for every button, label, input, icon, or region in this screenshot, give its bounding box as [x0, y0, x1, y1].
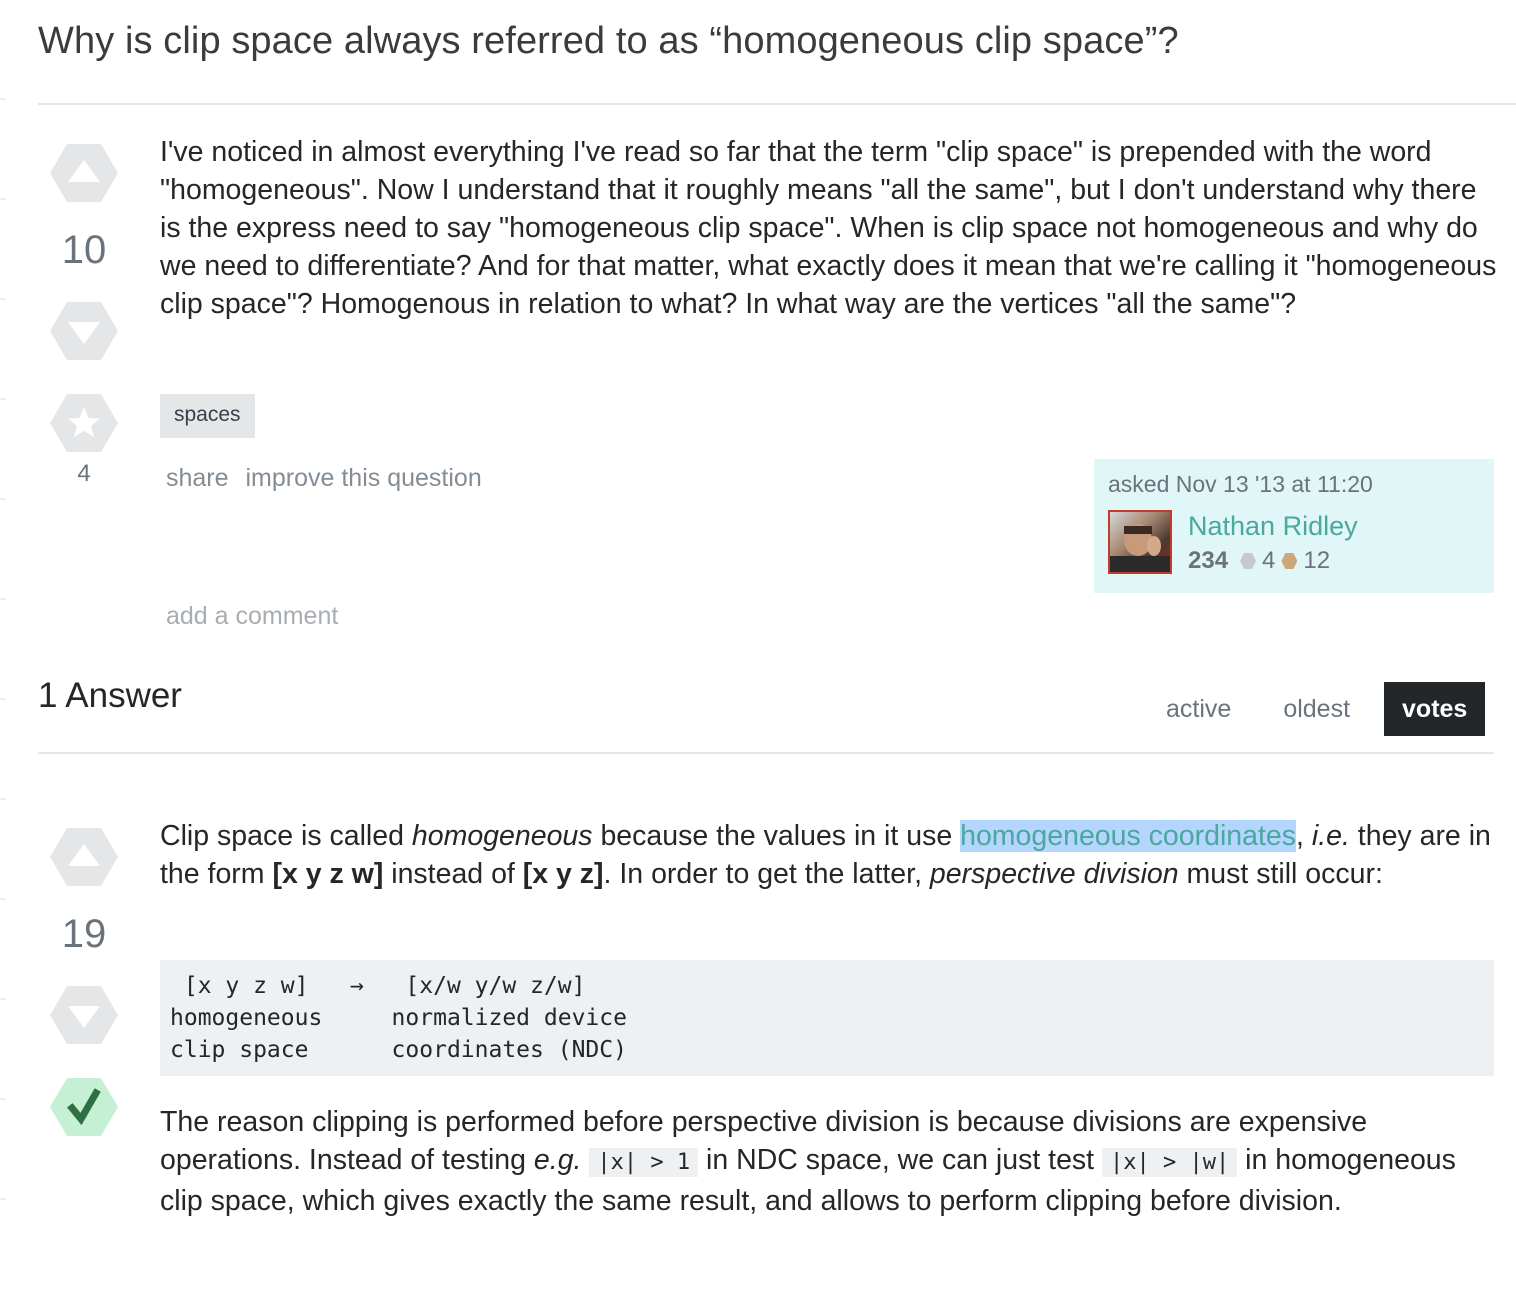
text-run: instead of: [383, 858, 523, 890]
improve-question-link[interactable]: improve this question: [246, 464, 482, 492]
homogeneous-coordinates-link[interactable]: homogeneous coordinates: [960, 820, 1297, 852]
emphasis: e.g.: [533, 1144, 582, 1176]
bronze-badge-count: 12: [1303, 547, 1331, 574]
question-post-menu: share improve this question: [166, 464, 492, 493]
tag-spaces[interactable]: spaces: [160, 394, 255, 438]
vote-down-icon: [68, 322, 100, 344]
tab-oldest[interactable]: oldest: [1257, 682, 1376, 736]
text-run: because the values in it use: [592, 820, 961, 852]
avatar-image: [1110, 524, 1170, 572]
emphasis: perspective division: [929, 858, 1179, 890]
question-title[interactable]: Why is clip space always referred to as …: [38, 20, 1179, 63]
asked-user-card: asked Nov 13 '13 at 11:20 Nathan Ridley …: [1094, 459, 1494, 593]
silver-badge-icon: [1240, 553, 1257, 569]
text-run: Clip space is called: [160, 820, 412, 852]
answers-divider: [38, 752, 1494, 754]
question-vote-count: 10: [61, 228, 107, 272]
answer-paragraph-2: The reason clipping is performed before …: [160, 1103, 1500, 1220]
avatar[interactable]: [1108, 510, 1172, 574]
emphasis: i.e.: [1311, 820, 1350, 852]
text-run: in NDC space, we can just test: [698, 1144, 1103, 1176]
tab-votes[interactable]: votes: [1384, 682, 1486, 736]
answer-body: Clip space is called homogeneous because…: [160, 817, 1500, 893]
favorite-star-icon: [68, 407, 100, 437]
emphasis: homogeneous: [411, 820, 593, 852]
tab-active[interactable]: active: [1140, 682, 1257, 736]
answer-paragraph-1: Clip space is called homogeneous because…: [160, 817, 1500, 893]
answer-vote-count: 19: [61, 912, 107, 956]
question-body: I've noticed in almost everything I've r…: [160, 133, 1500, 323]
accepted-check-icon: [67, 1088, 101, 1126]
inline-code: |x| > |w|: [1102, 1148, 1238, 1177]
left-gutter: [0, 0, 6, 1292]
share-link[interactable]: share: [166, 464, 229, 492]
add-comment-link[interactable]: add a comment: [166, 602, 338, 631]
favorite-button[interactable]: [50, 394, 118, 452]
inline-code: |x| > 1: [589, 1148, 699, 1177]
vote-down-button[interactable]: [50, 302, 118, 360]
answer-vote-down-button[interactable]: [50, 986, 118, 1044]
answer-vote-up-button[interactable]: [50, 828, 118, 886]
question-body-text: I've noticed in almost everything I've r…: [160, 136, 1497, 320]
text-run: must still occur:: [1178, 858, 1383, 890]
text-run: . In order to get the latter,: [603, 858, 930, 890]
strong-text: [x y z w]: [272, 858, 384, 890]
answers-count-header: 1 Answer: [38, 676, 182, 715]
user-name-link[interactable]: Nathan Ridley: [1188, 511, 1358, 542]
vote-up-icon: [68, 844, 100, 866]
accepted-answer-mark: [50, 1078, 118, 1136]
vote-up-button[interactable]: [50, 144, 118, 202]
favorite-count: 4: [77, 460, 91, 487]
code-block: [x y z w] → [x/w y/w z/w] homogeneous no…: [160, 960, 1494, 1076]
user-stats: 234 4 12: [1188, 547, 1336, 575]
vote-up-icon: [68, 160, 100, 182]
bronze-badge-icon: [1281, 553, 1298, 569]
answer-sort-tabs: active oldest votes: [1140, 682, 1486, 736]
reputation-score: 234: [1188, 547, 1229, 574]
asked-time: asked Nov 13 '13 at 11:20: [1108, 471, 1373, 497]
title-divider: [38, 103, 1516, 105]
strong-text: [x y z]: [522, 858, 604, 890]
vote-down-icon: [68, 1006, 100, 1028]
silver-badge-count: 4: [1262, 547, 1276, 574]
text-run: ,: [1296, 820, 1312, 852]
answer-body-2: The reason clipping is performed before …: [160, 1103, 1500, 1220]
